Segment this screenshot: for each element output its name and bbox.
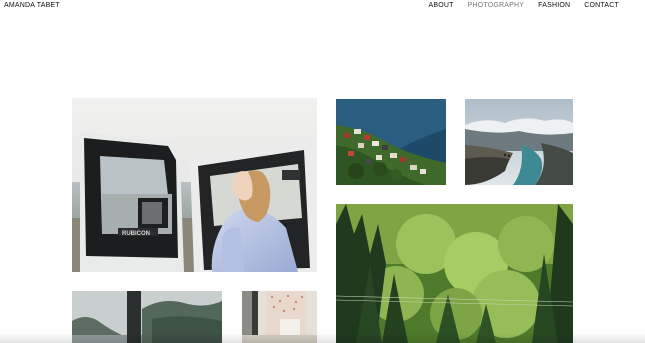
photo-pine-forest[interactable] [336, 204, 573, 343]
nav-fashion[interactable]: FASHION [538, 2, 570, 9]
misty-lake-image [72, 291, 222, 343]
room-interior-image [242, 291, 317, 343]
fjord-cliff-image [465, 99, 573, 185]
main-nav: ABOUT PHOTOGRAPHY FASHION CONTACT [428, 2, 619, 9]
photo-misty-lake[interactable] [72, 291, 222, 343]
photo-room-interior[interactable] [242, 291, 317, 343]
page: AMANDA TABET ABOUT PHOTOGRAPHY FASHION C… [0, 0, 645, 343]
photo-fjord-cliff[interactable] [465, 99, 573, 185]
nav-about[interactable]: ABOUT [428, 2, 453, 9]
woman-in-jeep-image: RUBICON [72, 98, 317, 272]
nav-photography[interactable]: PHOTOGRAPHY [468, 2, 525, 9]
village-aerial-image [336, 99, 446, 185]
site-title-link[interactable]: AMANDA TABET [4, 2, 60, 9]
jeep-badge-text: RUBICON [122, 231, 150, 237]
pine-forest-image [336, 204, 573, 343]
nav-contact[interactable]: CONTACT [584, 2, 619, 9]
photo-woman-in-jeep[interactable]: RUBICON [72, 98, 317, 272]
photo-village-aerial[interactable] [336, 99, 446, 185]
